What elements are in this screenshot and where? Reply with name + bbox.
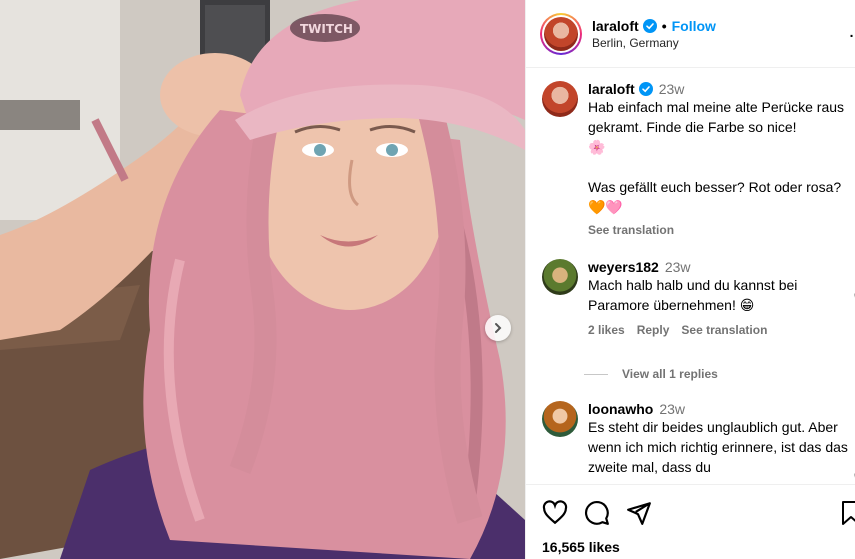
replies-divider (584, 373, 608, 375)
svg-text:TWITCH: TWITCH (300, 22, 353, 36)
comment-time[interactable]: 23w (659, 401, 685, 417)
caption-avatar[interactable] (542, 81, 578, 117)
photo-illustration: TWITCH (0, 0, 525, 559)
heart-icon[interactable] (542, 500, 568, 526)
comments-list: laraloft 23w Hab einfach mal meine alte … (526, 69, 855, 483)
post-photo[interactable]: TWITCH (0, 0, 525, 559)
caption-time[interactable]: 23w (659, 81, 685, 97)
view-replies-button[interactable]: View all 1 replies (584, 367, 718, 381)
more-options-button[interactable]: … (849, 24, 855, 40)
post-viewer: TWITCH laraloft • Follow Berlin, Germany… (0, 0, 855, 559)
comment-time[interactable]: 23w (665, 259, 691, 275)
avatar (544, 16, 578, 51)
post-actions: 16,565 likes (526, 484, 855, 559)
share-icon[interactable] (626, 500, 652, 526)
caption: laraloft 23w Hab einfach mal meine alte … (542, 81, 855, 237)
bookmark-icon[interactable] (840, 500, 855, 526)
location-link[interactable]: Berlin, Germany (592, 36, 716, 50)
post-sidebar: laraloft • Follow Berlin, Germany … (525, 0, 855, 559)
comment-text: Mach halb halb und du kannst bei Paramor… (588, 277, 802, 313)
story-ring[interactable] (540, 12, 582, 55)
separator-dot: • (661, 17, 667, 34)
likes-count[interactable]: 16,565 likes (542, 539, 620, 555)
comment-item: loonawho 23w Es steht dir beides unglaubl… (542, 401, 855, 478)
caption-text: Hab einfach mal meine alte Perücke raus … (588, 99, 845, 215)
comment-item: weyers182 23w Mach halb halb und du kanns… (542, 259, 855, 337)
comment-avatar[interactable] (542, 259, 578, 295)
follow-button[interactable]: Follow (672, 18, 716, 34)
reply-button[interactable]: Reply (637, 323, 670, 337)
comment-likes[interactable]: 2 likes (588, 323, 625, 337)
comment-text: Es steht dir beides unglaublich gut. Abe… (588, 419, 852, 475)
verified-icon (642, 18, 657, 33)
see-translation-link[interactable]: See translation (681, 323, 767, 337)
next-arrow-icon (495, 323, 502, 333)
caption-username[interactable]: laraloft (588, 81, 635, 97)
comment-avatar[interactable] (542, 401, 578, 437)
comment-icon[interactable] (584, 500, 610, 526)
comment-username[interactable]: weyers182 (588, 259, 659, 275)
header-username[interactable]: laraloft (592, 18, 639, 34)
see-translation-link[interactable]: See translation (588, 223, 674, 237)
verified-icon (638, 82, 653, 96)
post-header: laraloft • Follow Berlin, Germany … (526, 0, 855, 68)
comment-username[interactable]: loonawho (588, 401, 653, 417)
next-photo-button[interactable] (485, 315, 511, 341)
